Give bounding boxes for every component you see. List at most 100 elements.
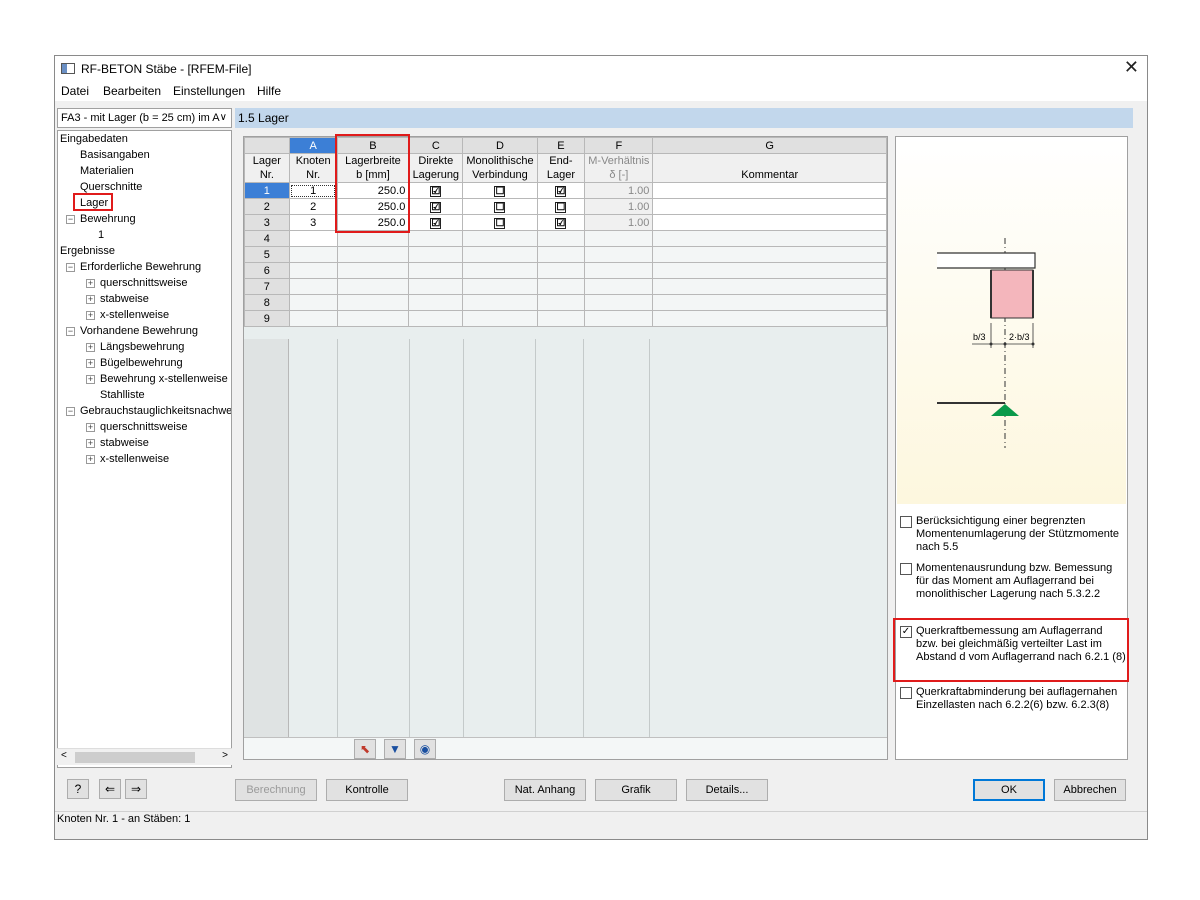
col-letter-f[interactable]: F	[584, 137, 654, 154]
cell-knoten[interactable]: 1	[288, 182, 338, 199]
cell-end-lager[interactable]: ☑	[536, 214, 586, 231]
cell-end-lager[interactable]: ☐	[536, 198, 586, 215]
tree-stahlliste[interactable]: Stahlliste	[100, 389, 145, 401]
row-number[interactable]: 6	[244, 262, 290, 279]
grafik-button[interactable]: Grafik	[595, 779, 677, 801]
col-letter-g[interactable]: G	[652, 137, 887, 154]
collapse-icon[interactable]: −	[66, 327, 75, 336]
tree-gebrauchstauglichkeit[interactable]: Gebrauchstauglichkeitsnachwei	[80, 405, 231, 417]
checkbox[interactable]: ☐	[494, 201, 506, 213]
tree-bewehrung-x-stellenweise[interactable]: Bewehrung x-stellenweise	[100, 373, 228, 385]
cell-knoten[interactable]: 2	[288, 198, 338, 215]
expand-icon[interactable]: +	[86, 359, 95, 368]
help-icon[interactable]: ?	[67, 779, 89, 799]
cell-direkte-lagerung[interactable]: ☑	[408, 182, 464, 199]
tree-buegelbewehrung[interactable]: Bügelbewehrung	[100, 357, 183, 369]
checkbox[interactable]: ☑	[555, 217, 567, 229]
row-number[interactable]: 7	[244, 278, 290, 295]
ok-button[interactable]: OK	[973, 779, 1045, 801]
collapse-icon[interactable]: −	[66, 263, 75, 272]
export-icon[interactable]: ⇒	[125, 779, 147, 799]
checkbox[interactable]: ☐	[555, 201, 567, 213]
cell-kommentar[interactable]	[652, 198, 887, 215]
tree-erforderliche-bewehrung[interactable]: Erforderliche Bewehrung	[80, 261, 201, 273]
col-letter-d[interactable]: D	[462, 137, 538, 154]
col-letter-a[interactable]: A	[288, 137, 338, 154]
checkbox[interactable]: ☑	[555, 185, 567, 197]
expand-icon[interactable]: +	[86, 423, 95, 432]
pick-icon[interactable]: ⬉	[354, 739, 376, 759]
cell-knoten[interactable]: 3	[288, 214, 338, 231]
tree-materialien[interactable]: Materialien	[80, 165, 134, 177]
abbrechen-button[interactable]: Abbrechen	[1054, 779, 1126, 801]
cell-monolithisch[interactable]: ☐	[462, 198, 538, 215]
expand-icon[interactable]: +	[86, 375, 95, 384]
kontrolle-button[interactable]: Kontrolle	[326, 779, 408, 801]
tree-gzt-stabweise[interactable]: stabweise	[100, 437, 149, 449]
expand-icon[interactable]: +	[86, 311, 95, 320]
row-number[interactable]: 8	[244, 294, 290, 311]
nat-anhang-button[interactable]: Nat. Anhang	[504, 779, 586, 801]
tree-vorhandene-bewehrung[interactable]: Vorhandene Bewehrung	[80, 325, 198, 337]
checkbox[interactable]: ☑	[430, 201, 442, 213]
tree-bewehrung[interactable]: Bewehrung	[80, 213, 136, 225]
filter-icon[interactable]: ▼	[384, 739, 406, 759]
menu-einstellungen[interactable]: Einstellungen	[173, 84, 245, 98]
checkbox[interactable]: ☑	[430, 185, 442, 197]
case-select[interactable]: FA3 - mit Lager (b = 25 cm) im A ∨	[57, 108, 232, 128]
menu-hilfe[interactable]: Hilfe	[257, 84, 281, 98]
row-number[interactable]: 3	[244, 214, 290, 231]
checkbox[interactable]	[900, 687, 912, 699]
import-icon[interactable]: ⇐	[99, 779, 121, 799]
expand-icon[interactable]: +	[86, 455, 95, 464]
menu-datei[interactable]: Datei	[61, 84, 89, 98]
col-letter-c[interactable]: C	[408, 137, 464, 154]
cell-kommentar[interactable]	[652, 182, 887, 199]
option-momentenumlagerung[interactable]: Berücksichtigung einer begrenzten Moment…	[898, 515, 1126, 555]
row-number[interactable]: 5	[244, 246, 290, 263]
menu-bearbeiten[interactable]: Bearbeiten	[103, 84, 161, 98]
tree-erf-x-stellenweise[interactable]: x-stellenweise	[100, 309, 169, 321]
cell-direkte-lagerung[interactable]: ☑	[408, 214, 464, 231]
cell-kommentar[interactable]	[652, 214, 887, 231]
option-querkraftabminderung[interactable]: Querkraftabminderung bei auflagernahen E…	[898, 686, 1126, 716]
chevron-right-icon[interactable]: >	[222, 750, 228, 761]
checkbox[interactable]: ☐	[494, 217, 506, 229]
tree-laengsbewehrung[interactable]: Längsbewehrung	[100, 341, 184, 353]
col-letter-e[interactable]: E	[536, 137, 586, 154]
tree-querschnitte[interactable]: Querschnitte	[80, 181, 142, 193]
tree-basisangaben[interactable]: Basisangaben	[80, 149, 150, 161]
cell-end-lager[interactable]: ☑	[536, 182, 586, 199]
close-icon[interactable]: ✕	[1124, 58, 1139, 76]
tree-gzt-querschnittsweise[interactable]: querschnittsweise	[100, 421, 187, 433]
cell-knoten[interactable]	[288, 230, 338, 247]
tree-ergebnisse[interactable]: Ergebnisse	[60, 245, 115, 257]
row-number[interactable]: 9	[244, 310, 290, 327]
chevron-left-icon[interactable]: <	[61, 750, 67, 761]
details-button[interactable]: Details...	[686, 779, 768, 801]
expand-icon[interactable]: +	[86, 279, 95, 288]
cell-monolithisch[interactable]: ☐	[462, 182, 538, 199]
option-momentenausrundung[interactable]: Momentenausrundung bzw. Bemessung für da…	[898, 562, 1126, 602]
scrollbar-thumb[interactable]	[75, 752, 195, 763]
tree-erf-querschnittsweise[interactable]: querschnittsweise	[100, 277, 187, 289]
checkbox[interactable]	[900, 516, 912, 528]
tree-eingabedaten[interactable]: Eingabedaten	[60, 133, 128, 145]
checkbox[interactable]: ☑	[430, 217, 442, 229]
checkbox[interactable]	[900, 563, 912, 575]
cell-monolithisch[interactable]: ☐	[462, 214, 538, 231]
tree-bewehrung-1[interactable]: 1	[98, 229, 104, 241]
berechnung-button[interactable]: Berechnung	[235, 779, 317, 801]
expand-icon[interactable]: +	[86, 295, 95, 304]
chevron-down-icon[interactable]: ∨	[220, 112, 227, 123]
expand-icon[interactable]: +	[86, 343, 95, 352]
collapse-icon[interactable]: −	[66, 215, 75, 224]
collapse-icon[interactable]: −	[66, 407, 75, 416]
tree-erf-stabweise[interactable]: stabweise	[100, 293, 149, 305]
tree-gzt-x-stellenweise[interactable]: x-stellenweise	[100, 453, 169, 465]
cell-direkte-lagerung[interactable]: ☑	[408, 198, 464, 215]
tree-horizontal-scrollbar[interactable]: < >	[57, 748, 232, 765]
row-number[interactable]: 1	[244, 182, 290, 199]
row-number[interactable]: 2	[244, 198, 290, 215]
eye-icon[interactable]: ◉	[414, 739, 436, 759]
